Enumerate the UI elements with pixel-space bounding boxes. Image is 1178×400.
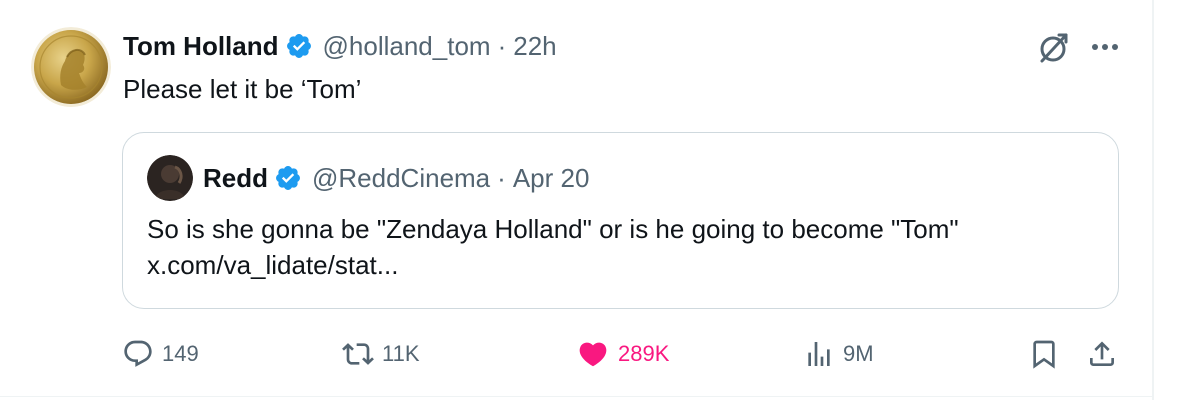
views-icon — [808, 342, 830, 366]
quote-author-name[interactable]: Redd — [203, 163, 268, 194]
quote-text: So is she gonna be "Zendaya Holland" or … — [147, 211, 1097, 283]
quote-verified-badge-icon[interactable] — [274, 164, 302, 192]
quote-avatar-image — [147, 155, 193, 201]
reply-icon — [124, 340, 152, 367]
repost-icon — [342, 343, 374, 365]
quote-timestamp[interactable]: Apr 20 — [513, 163, 590, 194]
more-icon[interactable] — [1088, 32, 1122, 62]
page-right-border — [1152, 0, 1154, 400]
header-separator: · — [497, 30, 507, 61]
repost-count: 11K — [382, 341, 420, 366]
reply-button[interactable]: 149 — [122, 336, 199, 372]
bookmark-icon — [1033, 340, 1055, 369]
bookmark-button[interactable] — [1028, 336, 1060, 372]
verified-badge-icon[interactable] — [285, 32, 313, 60]
grok-icon[interactable] — [1037, 31, 1071, 65]
share-button[interactable] — [1086, 336, 1118, 372]
gold-coin-avatar-image — [31, 27, 111, 107]
quote-text-line-1: So is she gonna be "Zendaya Holland" or … — [147, 214, 959, 244]
views-count: 9M — [843, 341, 874, 366]
page-bottom-border — [0, 396, 1152, 397]
tweet-timestamp[interactable]: 22h — [513, 31, 556, 62]
author-name[interactable]: Tom Holland — [123, 31, 279, 62]
quote-author-avatar[interactable] — [147, 155, 193, 201]
author-handle[interactable]: @holland_tom — [323, 31, 491, 62]
reply-count: 149 — [162, 341, 199, 366]
quote-author-handle[interactable]: @ReddCinema — [312, 163, 490, 194]
tweet-header: Tom Holland @holland_tom · 22h — [123, 26, 557, 66]
like-count: 289K — [618, 341, 670, 366]
quote-text-link[interactable]: x.com/va_lidate/stat... — [147, 247, 1097, 283]
heart-icon — [579, 342, 607, 367]
quote-header-separator: · — [497, 162, 506, 193]
share-icon — [1090, 341, 1114, 366]
quote-header: Redd @ReddCinema · Apr 20 — [203, 158, 589, 198]
views-button[interactable]: 9M — [803, 336, 874, 372]
repost-button[interactable]: 11K — [342, 336, 420, 372]
tweet-text: Please let it be ‘Tom’ — [123, 74, 362, 104]
author-avatar[interactable] — [31, 27, 111, 107]
like-button[interactable]: 289K — [576, 336, 669, 372]
quoted-tweet-card[interactable]: Redd @ReddCinema · Apr 20 So is she gonn… — [122, 132, 1119, 309]
